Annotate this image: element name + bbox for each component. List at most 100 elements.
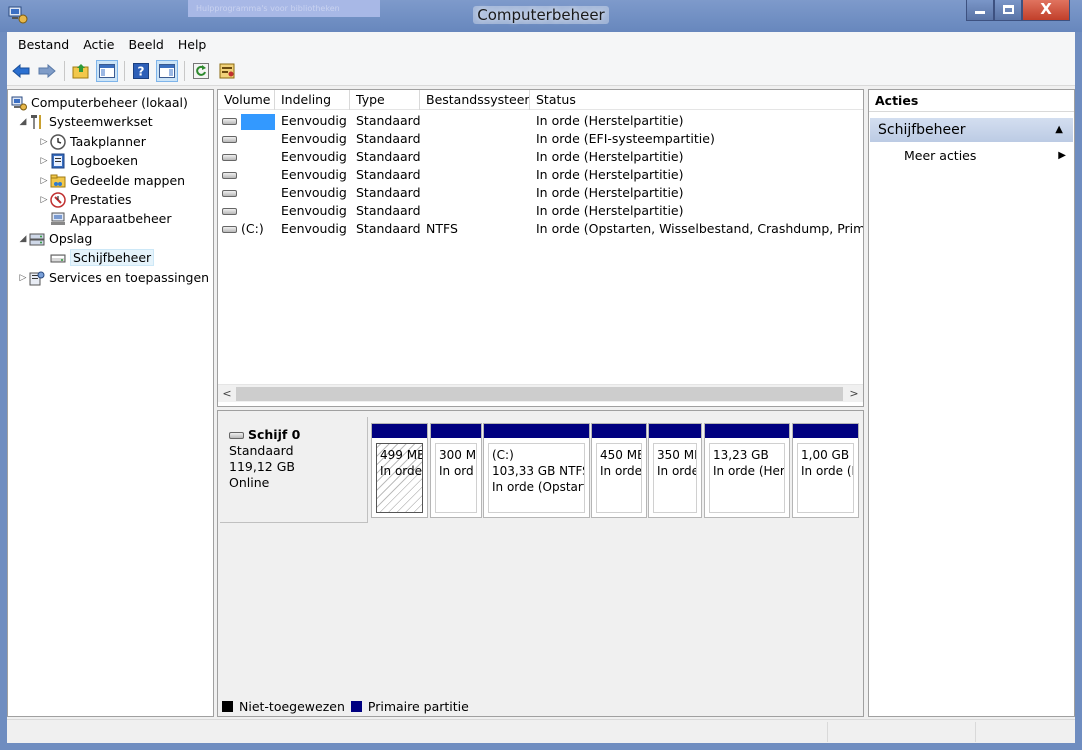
scroll-left-button[interactable]: < [218, 385, 236, 403]
cell-volume [218, 202, 275, 220]
cell-fs [420, 130, 530, 148]
refresh-button[interactable] [190, 60, 212, 82]
partition-size: 499 MB [380, 448, 423, 462]
maximize-button[interactable] [994, 0, 1022, 21]
disk-icon [229, 432, 244, 439]
tree-label: Services en toepassingen [49, 270, 210, 285]
performance-icon [50, 191, 66, 208]
tree-label: Computerbeheer (lokaal) [31, 95, 188, 110]
more-actions-item[interactable]: Meer acties ▶ [904, 147, 1066, 165]
status-bar [7, 719, 1075, 743]
window-bottom-border [0, 743, 1082, 750]
properties-button[interactable] [216, 60, 238, 82]
tree-item-opslag[interactable]: ◢ Opslag [17, 229, 93, 248]
column-indeling[interactable]: Indeling [275, 90, 350, 110]
cell-status: In orde (Herstelpartitie) [536, 167, 684, 182]
menu-actie[interactable]: Actie [76, 37, 121, 52]
svg-text:?: ? [138, 64, 145, 78]
column-type[interactable]: Type [350, 90, 420, 110]
show-hide-tree-button[interactable] [96, 59, 118, 82]
partition-block[interactable]: 300 M In ord [430, 423, 482, 518]
tree-item-services[interactable]: ▷ Services en toepassingen [17, 268, 209, 287]
partition-type-bar [705, 424, 789, 438]
table-row[interactable]: Eenvoudig Standaard In orde (Herstelpart… [218, 166, 863, 184]
actions-section-schijfbeheer[interactable]: Schijfbeheer ▲ [870, 118, 1073, 142]
expand-icon[interactable]: ▷ [17, 273, 29, 283]
partition-block[interactable]: 1,00 GB In orde (I [792, 423, 859, 518]
up-folder-icon [72, 63, 89, 78]
partition-status: In orde (I [801, 464, 854, 478]
menu-help[interactable]: Help [171, 37, 214, 52]
table-row[interactable]: Eenvoudig Standaard In orde (Herstelpart… [218, 202, 863, 220]
partition-type-bar [793, 424, 858, 438]
column-volume[interactable]: Volume [218, 90, 275, 110]
minimize-button[interactable] [966, 0, 994, 21]
horizontal-scrollbar[interactable]: < > [218, 384, 863, 402]
disk-info[interactable]: Schijf 0 Standaard 119,12 GB Online [220, 417, 368, 523]
cell-fs: NTFS [426, 221, 458, 236]
up-folder-button[interactable] [70, 60, 92, 82]
collapse-icon[interactable]: ◢ [17, 117, 29, 127]
help-button[interactable]: ? [130, 60, 152, 82]
partition-block[interactable]: (C:) 103,33 GB NTFS In orde (Opstart [483, 423, 590, 518]
partition-block[interactable]: 13,23 GB In orde (Hers [704, 423, 790, 518]
column-bestandssysteem[interactable]: Bestandssysteem [420, 90, 530, 110]
partition-block[interactable]: 450 ME In orde [591, 423, 647, 518]
table-row[interactable]: Eenvoudig Standaard In orde (Herstelpart… [218, 148, 863, 166]
menu-beeld[interactable]: Beeld [121, 37, 170, 52]
scroll-right-button[interactable]: > [845, 385, 863, 403]
volume-icon [222, 226, 237, 233]
partition-status: In orde (Opstart [492, 480, 585, 494]
tree-item-computerbeheer[interactable]: Computerbeheer (lokaal) [11, 93, 188, 112]
expand-icon[interactable]: ▷ [38, 176, 50, 186]
cell-indeling: Eenvoudig [281, 167, 347, 182]
cell-indeling: Eenvoudig [281, 131, 347, 146]
show-hide-action-pane-button[interactable] [156, 59, 178, 82]
actions-title: Acties [869, 90, 1074, 112]
volume-icon [222, 208, 237, 215]
toolbar-separator [124, 60, 125, 81]
toolbar: ? [7, 56, 1075, 86]
partition-block[interactable]: 350 ME In orde [648, 423, 702, 518]
partition-block[interactable]: 499 MB In orde [371, 423, 428, 518]
cell-fs [420, 166, 530, 184]
column-status[interactable]: Status [530, 90, 863, 110]
close-button[interactable]: X [1022, 0, 1070, 21]
back-button[interactable] [10, 60, 32, 82]
collapse-icon[interactable]: ◢ [17, 234, 29, 244]
disk-state: Online [229, 475, 270, 490]
scroll-thumb[interactable] [236, 387, 843, 401]
tree-item-systeemwerkset[interactable]: ◢ Systeemwerkset [17, 112, 153, 131]
tree-item-taakplanner[interactable]: ▷ Taakplanner [38, 132, 146, 151]
tree-item-schijfbeheer[interactable]: Schijfbeheer [50, 248, 155, 267]
partition-status: In orde [600, 464, 642, 478]
menu-bestand[interactable]: Bestand [11, 37, 76, 52]
expand-icon[interactable]: ▷ [38, 137, 50, 147]
partition-size: 300 M [439, 448, 477, 462]
expand-icon[interactable]: ▷ [38, 195, 50, 205]
partition-status: In ord [439, 464, 474, 478]
cell-type: Standaard [356, 185, 420, 200]
cell-volume [218, 184, 275, 202]
tree-item-prestaties[interactable]: ▷ Prestaties [38, 190, 132, 209]
table-row[interactable]: Eenvoudig Standaard In orde (Herstelpart… [218, 112, 863, 130]
partition-status: In orde [657, 464, 697, 478]
collapse-up-icon[interactable]: ▲ [1055, 118, 1063, 142]
partition-body: 1,00 GB In orde (I [797, 443, 854, 513]
table-row[interactable]: Eenvoudig Standaard In orde (Herstelpart… [218, 184, 863, 202]
expand-icon[interactable]: ▷ [38, 156, 50, 166]
properties-icon [219, 63, 235, 78]
forward-button[interactable] [36, 60, 58, 82]
table-row[interactable]: Eenvoudig Standaard In orde (EFI-systeem… [218, 130, 863, 148]
status-segment [975, 722, 976, 742]
more-actions-label: Meer acties [904, 148, 977, 163]
partition-size: 450 ME [600, 448, 642, 462]
tree-item-gedeelde-mappen[interactable]: ▷ Gedeelde mappen [38, 171, 186, 190]
tree-item-apparaatbeheer[interactable]: Apparaatbeheer [50, 209, 172, 228]
cell-status: In orde (Herstelpartitie) [536, 113, 684, 128]
tree-item-logboeken[interactable]: ▷ Logboeken [38, 151, 138, 170]
partition-size: 1,00 GB [801, 448, 850, 462]
title-bar[interactable]: Hulpprogramma's voor bibliotheken Comput… [0, 0, 1082, 32]
partition-body: 300 M In ord [435, 443, 477, 513]
table-row[interactable]: (C:) Eenvoudig Standaard NTFS In orde (O… [218, 220, 863, 238]
